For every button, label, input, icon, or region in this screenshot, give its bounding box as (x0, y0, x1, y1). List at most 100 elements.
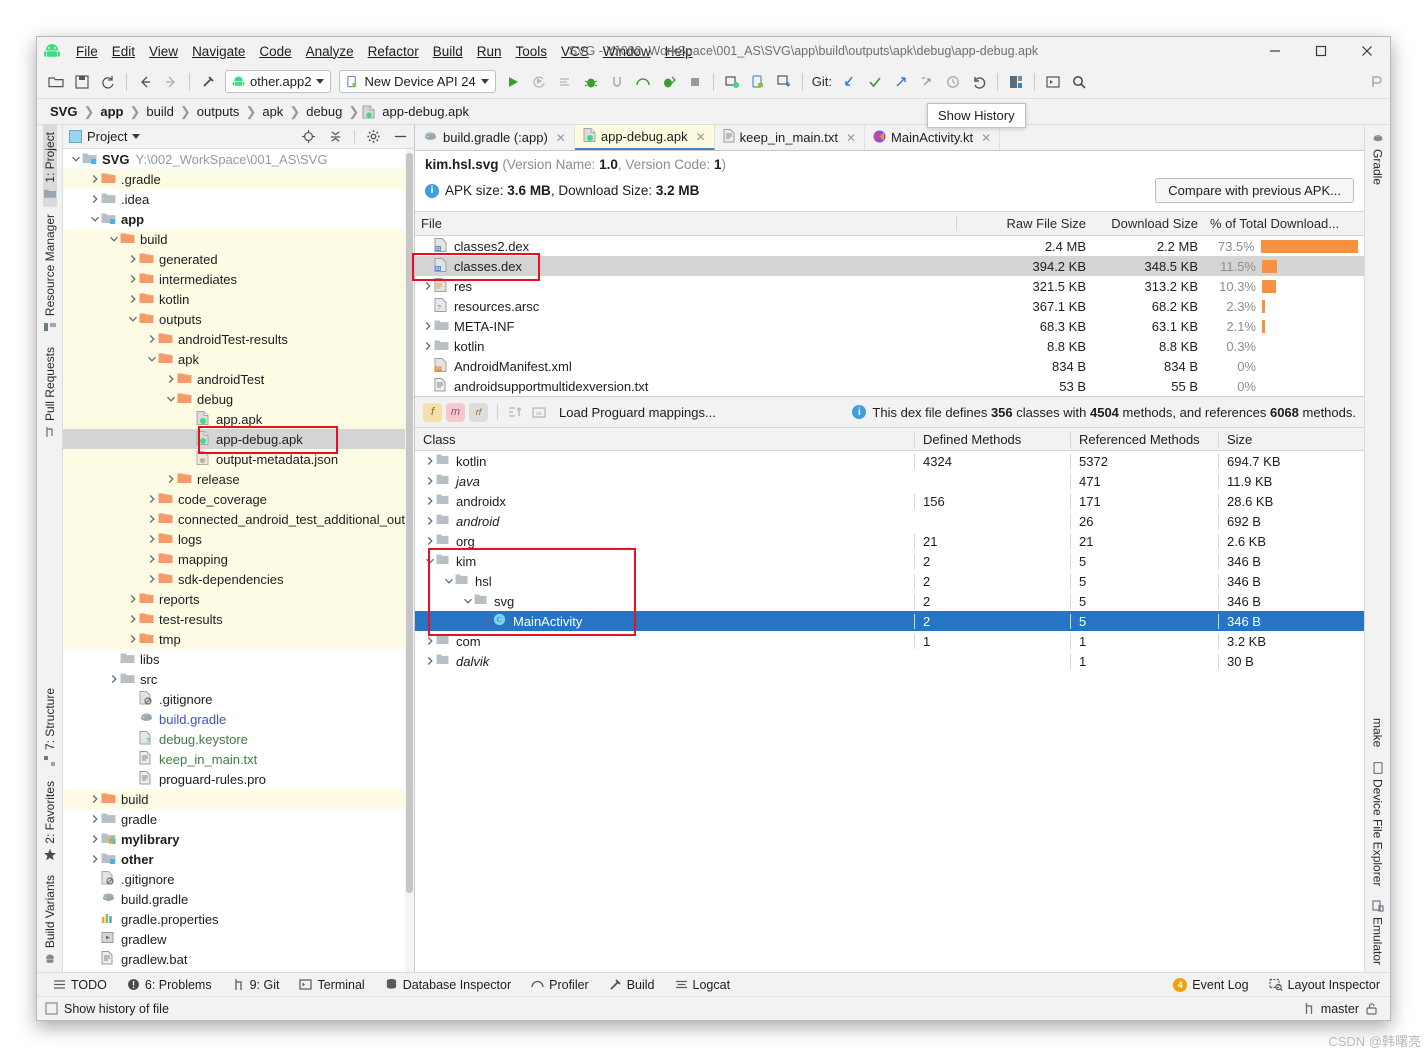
git-revert-icon[interactable] (966, 69, 992, 95)
run-coverage-icon[interactable] (656, 69, 682, 95)
maximize-button[interactable] (1298, 37, 1344, 65)
chevron-right-icon[interactable] (90, 834, 100, 844)
minimize-button[interactable] (1252, 37, 1298, 65)
dex-class-row[interactable]: hsl 2 5 346 B (415, 571, 1364, 591)
sidebar-item-make[interactable]: make (1371, 711, 1385, 754)
tree-expander[interactable] (107, 673, 120, 686)
tree-row[interactable]: keep_in_main.txt (63, 749, 414, 769)
tree-expander[interactable] (145, 533, 158, 546)
status-item-database-inspector[interactable]: Database Inspector (375, 978, 521, 992)
tree-row[interactable]: build.gradle (63, 889, 414, 909)
tree-expander[interactable] (423, 475, 436, 488)
tree-expander[interactable] (164, 393, 177, 406)
tree-expander[interactable] (145, 513, 158, 526)
column-header-size[interactable]: Size (1218, 431, 1364, 447)
chevron-down-icon[interactable] (463, 596, 473, 606)
chevron-right-icon[interactable] (128, 614, 138, 624)
dex-class-row[interactable]: dalvik 1 30 B (415, 651, 1364, 671)
sdk-manager-icon[interactable] (719, 69, 745, 95)
chevron-right-icon[interactable] (425, 516, 435, 526)
tree-row[interactable]: app-debug.apk (63, 429, 414, 449)
chevron-right-icon[interactable] (90, 194, 100, 204)
tree-expander[interactable] (423, 495, 436, 508)
apk-file-table-body[interactable]: 01 classes2.dex 2.4 MB 2.2 MB 73.5% 01 classes… (415, 236, 1364, 396)
tree-row[interactable]: apk (63, 349, 414, 369)
filter-fields-button[interactable]: f (423, 402, 442, 422)
chevron-right-icon[interactable] (128, 294, 138, 304)
column-header-download-size[interactable]: Download Size (1092, 216, 1204, 231)
dex-class-row[interactable]: android 26 692 B (415, 511, 1364, 531)
tree-row[interactable]: test-results (63, 609, 414, 629)
git-commit-icon[interactable] (862, 69, 888, 95)
tree-expander[interactable] (126, 253, 139, 266)
build-hammer-icon[interactable] (195, 69, 221, 95)
apk-file-row[interactable]: androidsupportmultidexversion.txt 53 B 55 … (415, 376, 1364, 396)
column-header-raw-file-size[interactable]: Raw File Size (956, 216, 1092, 231)
tree-expander[interactable] (423, 455, 436, 468)
breadcrumb-item-outputs[interactable]: outputs (194, 104, 243, 119)
tree-expander[interactable] (88, 833, 101, 846)
run-icon[interactable] (500, 69, 526, 95)
apk-file-row[interactable]: res 321.5 KB 313.2 KB 10.3% (415, 276, 1364, 296)
tree-expander[interactable] (88, 173, 101, 186)
terminal-open-icon[interactable] (1040, 69, 1066, 95)
tree-expander[interactable] (88, 193, 101, 206)
menu-item-refactor[interactable]: Refactor (361, 41, 426, 62)
tree-expander[interactable] (88, 213, 101, 226)
hide-panel-icon[interactable] (393, 129, 408, 144)
breadcrumb-item-svg[interactable]: SVG (47, 104, 80, 119)
chevron-right-icon[interactable] (147, 334, 157, 344)
menu-item-vcs[interactable]: VCS (554, 41, 596, 62)
tree-row[interactable]: libs (63, 649, 414, 669)
chevron-right-icon[interactable] (147, 554, 157, 564)
tree-row[interactable]: .idea (63, 189, 414, 209)
tree-row[interactable]: outputs (63, 309, 414, 329)
sidebar-item-emulator[interactable]: Emulator (1371, 893, 1385, 972)
tree-row[interactable]: androidTest-results (63, 329, 414, 349)
breadcrumb-item-apk[interactable]: apk (259, 104, 286, 119)
dex-class-row[interactable]: com 1 1 3.2 KB (415, 631, 1364, 651)
editor-tab[interactable]: app-debug.apk ✕ (574, 125, 715, 150)
chevron-right-icon[interactable] (425, 456, 435, 466)
debug-icon[interactable] (578, 69, 604, 95)
chevron-right-icon[interactable] (90, 794, 100, 804)
tree-expander[interactable] (145, 353, 158, 366)
apk-file-row[interactable]: META-INF 68.3 KB 63.1 KB 2.1% (415, 316, 1364, 336)
chevron-right-icon[interactable] (90, 174, 100, 184)
editor-tab[interactable]: MainActivity.kt ✕ (865, 125, 1001, 150)
dex-class-row[interactable]: svg 2 5 346 B (415, 591, 1364, 611)
scrollbar-thumb[interactable] (406, 153, 413, 893)
breadcrumb-item-app[interactable]: app (97, 104, 126, 119)
tree-row[interactable]: gradlew.bat (63, 949, 414, 969)
git-push-icon[interactable] (888, 69, 914, 95)
apk-file-row[interactable]: ? resources.arsc 367.1 KB 68.2 KB 2.3% (415, 296, 1364, 316)
apply-code-changes-icon[interactable] (552, 69, 578, 95)
menu-item-tools[interactable]: Tools (509, 41, 555, 62)
tree-row[interactable]: gradle.properties (63, 909, 414, 929)
menu-item-file[interactable]: File (69, 41, 105, 62)
column-header-file[interactable]: File (415, 216, 956, 231)
tree-row[interactable]: mylibrary (63, 829, 414, 849)
chevron-right-icon[interactable] (425, 496, 435, 506)
chevron-down-icon[interactable] (109, 234, 119, 244)
column-header-class[interactable]: Class (415, 432, 914, 447)
tree-expander[interactable] (145, 493, 158, 506)
tree-expander[interactable] (421, 320, 434, 333)
tree-expander[interactable] (126, 753, 139, 766)
close-icon[interactable]: ✕ (981, 131, 991, 145)
search-icon[interactable] (1066, 69, 1092, 95)
chevron-right-icon[interactable] (128, 594, 138, 604)
tree-row[interactable]: app (63, 209, 414, 229)
chevron-right-icon[interactable] (425, 636, 435, 646)
tree-row[interactable]: debug (63, 389, 414, 409)
chevron-down-icon[interactable] (166, 394, 176, 404)
column-header-referenced-methods[interactable]: Referenced Methods (1070, 431, 1218, 447)
apk-file-row[interactable]: 01 classes.dex 394.2 KB 348.5 KB 11.5% (415, 256, 1364, 276)
lock-icon[interactable] (1365, 1002, 1378, 1015)
tree-expander[interactable] (126, 633, 139, 646)
chevron-right-icon[interactable] (128, 274, 138, 284)
tree-expander[interactable] (107, 233, 120, 246)
tree-expander[interactable] (126, 593, 139, 606)
dex-class-row[interactable]: C MainActivity 2 5 346 B (415, 611, 1364, 631)
chevron-down-icon[interactable] (128, 314, 138, 324)
